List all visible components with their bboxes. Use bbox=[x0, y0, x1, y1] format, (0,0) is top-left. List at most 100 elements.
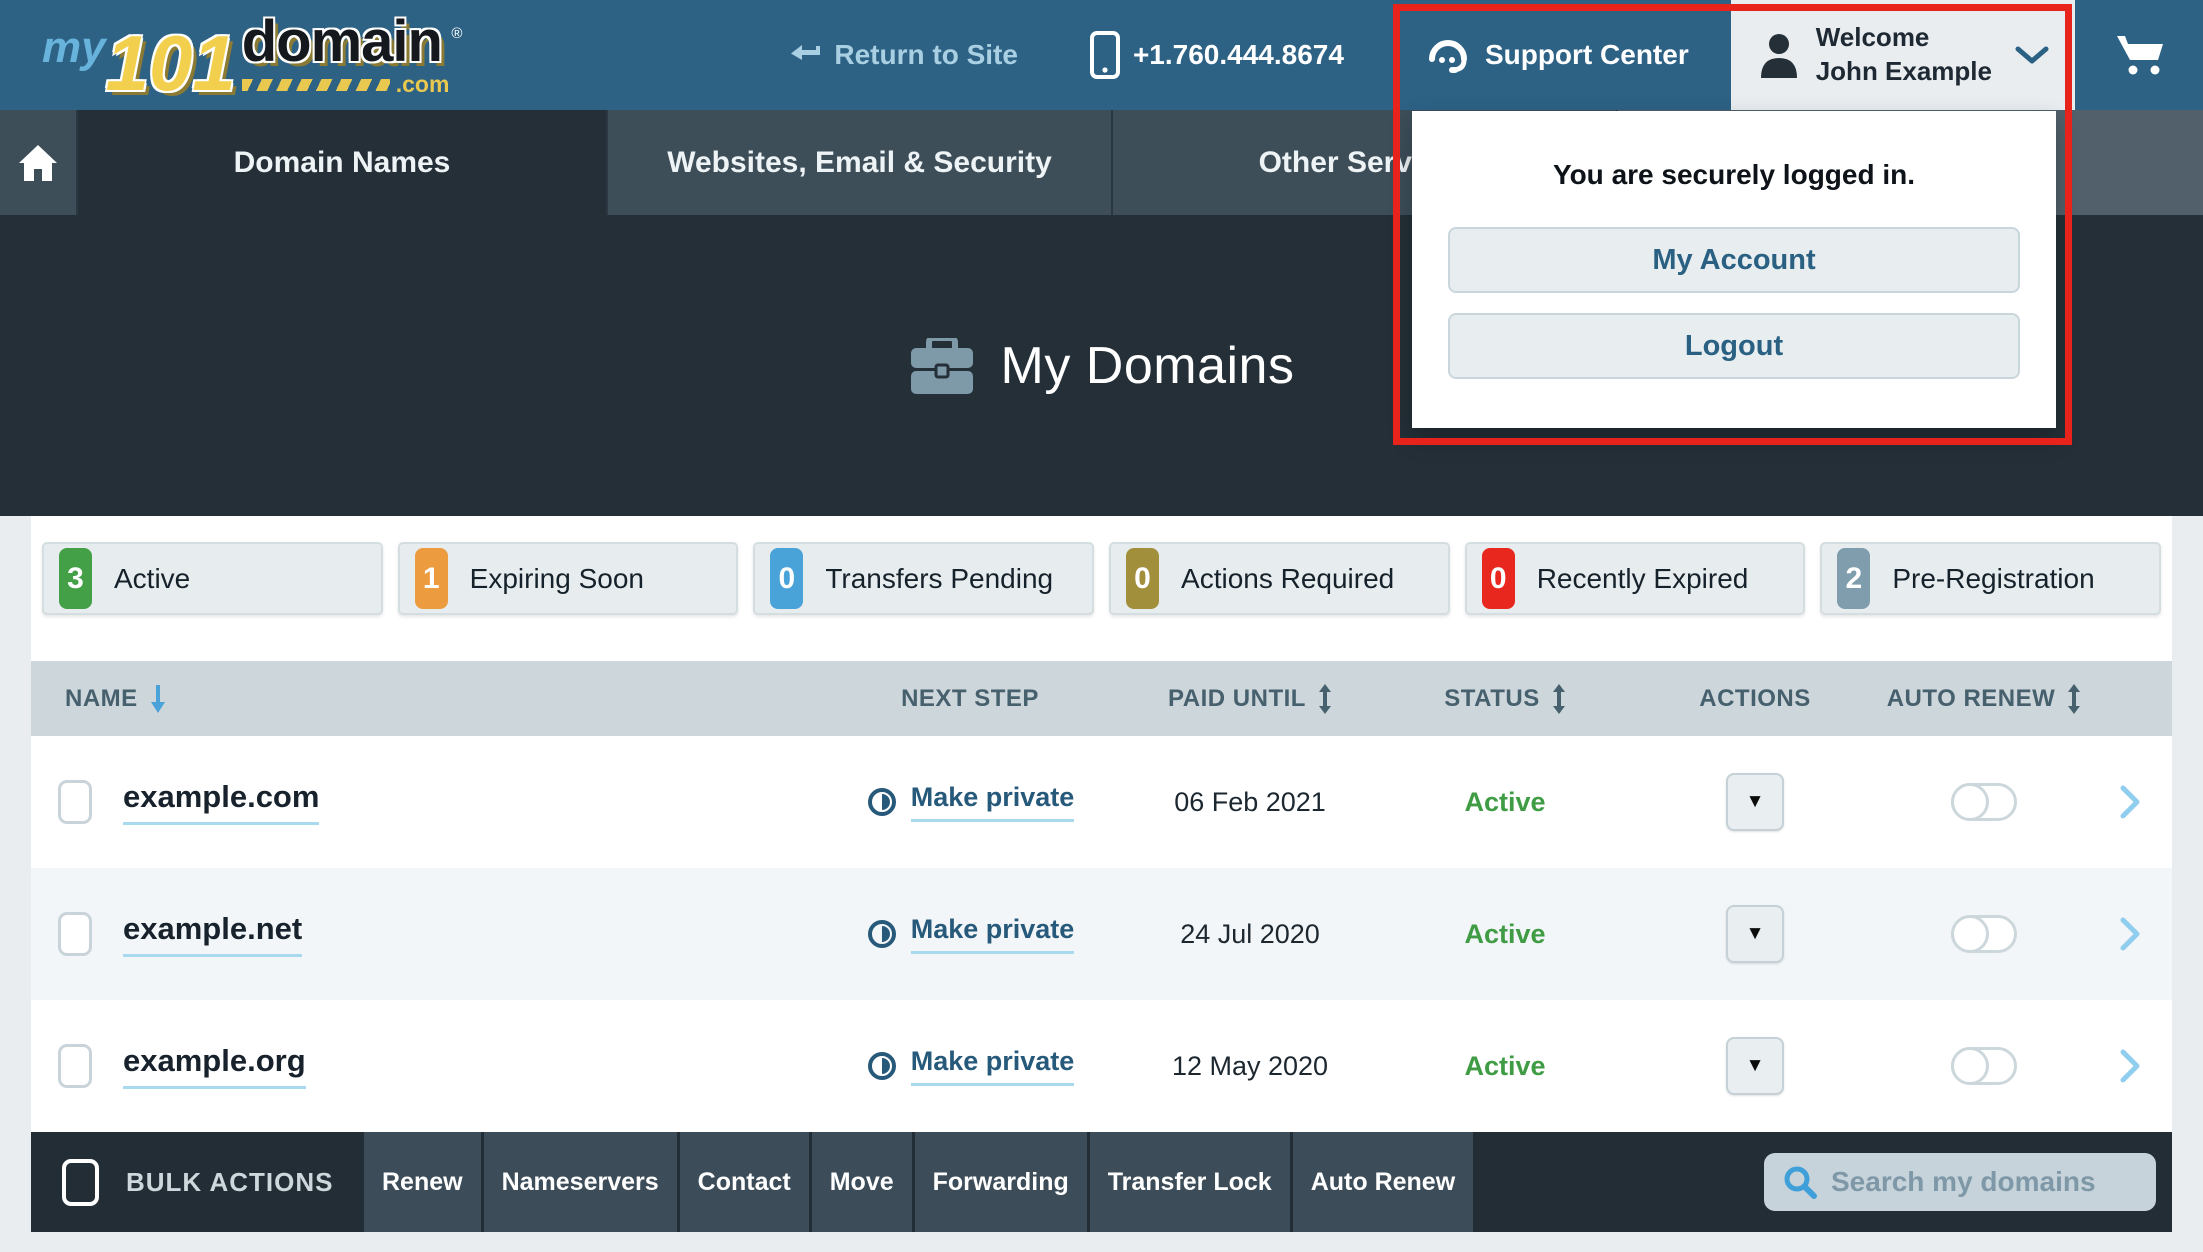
actions-dropdown-button[interactable]: ▼ bbox=[1726, 905, 1784, 963]
row-checkbox[interactable] bbox=[58, 1044, 92, 1088]
column-header-paid-until[interactable]: PAID UNTIL bbox=[1120, 682, 1380, 716]
row-expand-chevron[interactable] bbox=[2088, 917, 2172, 951]
column-header-status[interactable]: STATUS bbox=[1380, 682, 1630, 716]
user-icon bbox=[1757, 32, 1801, 78]
eye-icon bbox=[866, 786, 898, 818]
summary-card-pre-registration[interactable]: 2 Pre-Registration bbox=[1820, 542, 2161, 615]
count-badge: 0 bbox=[1126, 548, 1159, 609]
bulk-contact-button[interactable]: Contact bbox=[677, 1132, 809, 1232]
make-private-link[interactable]: Make private bbox=[820, 782, 1120, 822]
logo-101: 101 bbox=[106, 30, 236, 96]
paid-until-value: 24 Jul 2020 bbox=[1120, 919, 1380, 950]
summary-card-recently-expired[interactable]: 0 Recently Expired bbox=[1465, 542, 1806, 615]
bulk-actions-label: BULK ACTIONS bbox=[126, 1167, 333, 1198]
phone-number: +1.760.444.8674 bbox=[1133, 39, 1344, 71]
account-menu-trigger[interactable]: Welcome John Example bbox=[1731, 0, 2075, 110]
screen: my 101 domain .com ® Return to Site bbox=[0, 0, 2203, 1252]
actions-dropdown-button[interactable]: ▼ bbox=[1726, 773, 1784, 831]
return-to-site-link[interactable]: Return to Site bbox=[789, 39, 1018, 71]
bulk-forwarding-button[interactable]: Forwarding bbox=[912, 1132, 1087, 1232]
make-private-label: Make private bbox=[911, 914, 1075, 954]
auto-renew-toggle[interactable] bbox=[1951, 1047, 2017, 1085]
make-private-label: Make private bbox=[911, 1046, 1075, 1086]
table-header: NAME NEXT STEP PAID UNTIL STATUS bbox=[31, 661, 2172, 736]
auto-renew-toggle[interactable] bbox=[1951, 783, 2017, 821]
nav-tab-websites-email-security[interactable]: Websites, Email & Security bbox=[608, 110, 1113, 215]
summary-label: Transfers Pending bbox=[825, 563, 1053, 595]
count-badge: 3 bbox=[59, 548, 92, 609]
support-center-link[interactable]: Support Center bbox=[1424, 33, 1689, 77]
domain-link[interactable]: example.net bbox=[123, 911, 302, 957]
eye-icon bbox=[866, 1050, 898, 1082]
summary-label: Recently Expired bbox=[1537, 563, 1749, 595]
sort-down-icon bbox=[150, 684, 166, 714]
phone-link[interactable]: +1.760.444.8674 bbox=[1090, 31, 1344, 79]
logged-in-message: You are securely logged in. bbox=[1553, 159, 1915, 191]
nav-home-tab[interactable] bbox=[0, 110, 78, 215]
logo-com: .com bbox=[396, 73, 450, 96]
make-private-link[interactable]: Make private bbox=[820, 1046, 1120, 1086]
paid-until-value: 12 May 2020 bbox=[1120, 1051, 1380, 1082]
logo-my: my bbox=[42, 26, 106, 70]
summary-card-actions-required[interactable]: 0 Actions Required bbox=[1109, 542, 1450, 615]
bulk-move-button[interactable]: Move bbox=[809, 1132, 912, 1232]
phone-icon bbox=[1090, 31, 1120, 79]
page-title: My Domains bbox=[1001, 336, 1295, 396]
cart-button[interactable] bbox=[2115, 32, 2167, 78]
domain-search bbox=[1764, 1153, 2156, 1211]
bulk-select-checkbox[interactable] bbox=[62, 1159, 99, 1206]
sort-updown-icon bbox=[1552, 682, 1566, 716]
summary-label: Actions Required bbox=[1181, 563, 1394, 595]
account-dropdown-panel: You are securely logged in. My Account L… bbox=[1412, 111, 2056, 428]
search-input[interactable] bbox=[1831, 1166, 2138, 1198]
auto-renew-toggle[interactable] bbox=[1951, 915, 2017, 953]
bulk-actions-left: BULK ACTIONS bbox=[31, 1132, 361, 1232]
domain-link[interactable]: example.org bbox=[123, 1043, 306, 1089]
row-checkbox[interactable] bbox=[58, 780, 92, 824]
search-icon bbox=[1782, 1164, 1818, 1200]
nav-tab-domain-names[interactable]: Domain Names bbox=[78, 110, 608, 215]
my-account-button[interactable]: My Account bbox=[1448, 227, 2020, 293]
logo-domain-wrap: domain .com bbox=[242, 14, 450, 96]
bulk-transfer-lock-button[interactable]: Transfer Lock bbox=[1087, 1132, 1290, 1232]
make-private-label: Make private bbox=[911, 782, 1075, 822]
status-value: Active bbox=[1380, 787, 1630, 818]
registered-mark: ® bbox=[451, 25, 462, 42]
count-badge: 1 bbox=[415, 548, 448, 609]
top-header: my 101 domain .com ® Return to Site bbox=[0, 0, 2203, 110]
nav-tab-label: Domain Names bbox=[234, 146, 451, 180]
bulk-renew-button[interactable]: Renew bbox=[361, 1132, 481, 1232]
table-row: example.org Make private 12 May 2020 Act… bbox=[31, 1000, 2172, 1132]
summary-label: Expiring Soon bbox=[470, 563, 644, 595]
status-value: Active bbox=[1380, 1051, 1630, 1082]
logo-stripes bbox=[242, 79, 390, 91]
table-row: example.net Make private 24 Jul 2020 Act… bbox=[31, 868, 2172, 1000]
summary-row: 3 Active 1 Expiring Soon 0 Transfers Pen… bbox=[31, 516, 2172, 615]
welcome-username: John Example bbox=[1816, 56, 1992, 86]
bulk-actions-bar: BULK ACTIONS Renew Nameservers Contact M… bbox=[31, 1132, 2172, 1232]
make-private-link[interactable]: Make private bbox=[820, 914, 1120, 954]
row-checkbox[interactable] bbox=[58, 912, 92, 956]
summary-card-expiring-soon[interactable]: 1 Expiring Soon bbox=[398, 542, 739, 615]
summary-card-transfers-pending[interactable]: 0 Transfers Pending bbox=[753, 542, 1094, 615]
site-logo[interactable]: my 101 domain .com ® bbox=[42, 14, 462, 96]
summary-card-active[interactable]: 3 Active bbox=[42, 542, 383, 615]
column-header-auto-renew[interactable]: AUTO RENEW bbox=[1880, 682, 2088, 716]
return-arrow-icon bbox=[789, 41, 821, 69]
status-value: Active bbox=[1380, 919, 1630, 950]
logout-button[interactable]: Logout bbox=[1448, 313, 2020, 379]
domain-link[interactable]: example.com bbox=[123, 779, 319, 825]
row-expand-chevron[interactable] bbox=[2088, 1049, 2172, 1083]
column-header-name[interactable]: NAME bbox=[31, 684, 820, 714]
chevron-down-icon bbox=[2015, 45, 2049, 65]
row-expand-chevron[interactable] bbox=[2088, 785, 2172, 819]
count-badge: 2 bbox=[1837, 548, 1870, 609]
bulk-auto-renew-button[interactable]: Auto Renew bbox=[1290, 1132, 1473, 1232]
actions-dropdown-button[interactable]: ▼ bbox=[1726, 1037, 1784, 1095]
count-badge: 0 bbox=[1482, 548, 1515, 609]
bulk-nameservers-button[interactable]: Nameservers bbox=[481, 1132, 677, 1232]
welcome-label: Welcome bbox=[1816, 22, 1930, 52]
sort-updown-icon bbox=[2067, 682, 2081, 716]
nav-tab-label: Websites, Email & Security bbox=[667, 146, 1052, 180]
summary-label: Active bbox=[114, 563, 190, 595]
